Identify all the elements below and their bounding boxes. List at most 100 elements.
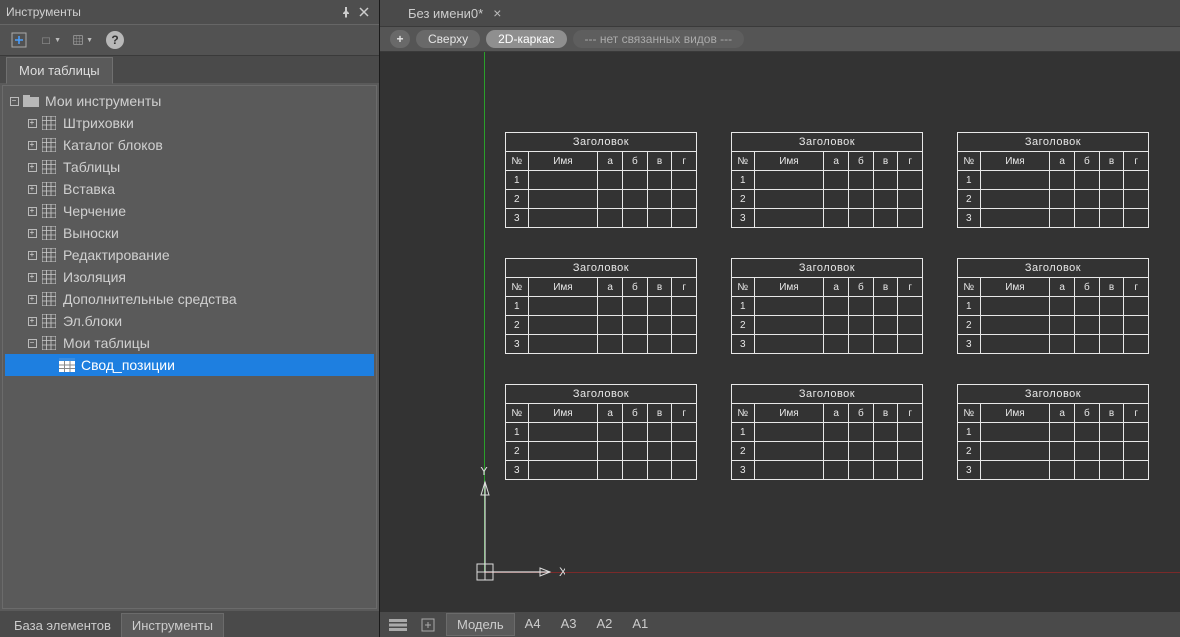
table-row: 1 [732,297,923,316]
grid-icon [41,313,57,329]
table-col-header: в [1099,152,1124,171]
tree-root[interactable]: − Мои инструменты [5,90,374,112]
expand-icon[interactable]: + [25,314,39,328]
expand-icon[interactable]: + [25,226,39,240]
expand-icon[interactable]: + [25,292,39,306]
tree-item[interactable]: +Редактирование [5,244,374,266]
tree-item[interactable]: + Таблицы [5,156,374,178]
expand-icon[interactable]: + [25,182,39,196]
layout-tab[interactable]: A3 [551,613,587,636]
table-title: Заголовок [732,385,923,404]
table-row: 3 [958,209,1149,228]
workspace: Без имени0* × + Сверху 2D-каркас --- нет… [380,0,1180,637]
table-icon [59,357,75,373]
pin-icon[interactable] [337,3,355,21]
panel-toolbar: ▼ ▼ ? [0,24,379,56]
table-col-header: № [506,404,529,423]
tree-item[interactable]: +Выноски [5,222,374,244]
table-title: Заголовок [958,133,1149,152]
table-row: 1 [506,171,697,190]
collapse-icon[interactable]: − [7,94,21,108]
grid-icon [41,181,57,197]
table-col-header: в [647,152,672,171]
add-palette-button[interactable] [8,29,30,51]
table-row: 1 [958,423,1149,442]
expand-icon[interactable]: + [25,204,39,218]
expand-icon[interactable]: + [25,270,39,284]
tree-item[interactable]: +Каталог блоков [5,134,374,156]
expand-icon[interactable]: + [25,116,39,130]
table-col-header: Имя [980,404,1050,423]
cad-table[interactable]: Заголовок№Имяабвг123 [957,258,1149,354]
table-col-header: Имя [528,278,598,297]
cad-table[interactable]: Заголовок№Имяабвг123 [505,384,697,480]
table-row: 1 [732,171,923,190]
grid-icon [41,225,57,241]
tree-view[interactable]: − Мои инструменты +Штриховки+Каталог бло… [2,85,377,609]
add-view-button[interactable]: + [390,30,410,48]
tree-label: Мои таблицы [63,335,150,351]
tree-item[interactable]: +Черчение [5,200,374,222]
table-title: Заголовок [732,133,923,152]
close-panel-icon[interactable] [355,3,373,21]
tree-item[interactable]: +Дополнительные средства [5,288,374,310]
table-row: 3 [506,335,697,354]
layout-list-icon[interactable] [386,616,410,634]
table-row: 2 [732,442,923,461]
help-button[interactable]: ? [104,29,126,51]
tree-item[interactable]: +Изоляция [5,266,374,288]
cad-table[interactable]: Заголовок№Имяабвг123 [731,384,923,480]
tree-label: Мои инструменты [45,93,161,109]
layout-tab[interactable]: A1 [622,613,658,636]
ucs-icon: X Y [455,467,565,587]
bottom-tab-database[interactable]: База элементов [4,614,121,637]
tree-item[interactable]: +Эл.блоки [5,310,374,332]
cad-table[interactable]: Заголовок№Имяабвг123 [505,132,697,228]
tree-item[interactable]: +Штриховки [5,112,374,134]
collapse-icon[interactable]: − [25,336,39,350]
drawing-canvas[interactable]: Заголовок№Имяабвг123 Заголовок№Имяабвг123… [380,52,1180,611]
bottom-tab-tools[interactable]: Инструменты [121,613,224,637]
table-row: 2 [732,316,923,335]
cad-table[interactable]: Заголовок№Имяабвг123 [957,132,1149,228]
table-col-header: Имя [754,278,824,297]
x-axis-line [484,572,1180,573]
table-title: Заголовок [506,259,697,278]
grid-icon [41,137,57,153]
close-icon[interactable]: × [493,5,501,21]
table-row: 1 [958,171,1149,190]
panel-top-tab[interactable]: Мои таблицы [6,57,113,84]
table-col-header: б [1075,278,1100,297]
expand-icon[interactable]: + [25,138,39,152]
view-top-pill[interactable]: Сверху [416,30,480,48]
tree-leaf-selected[interactable]: Свод_позиции [5,354,374,376]
toolbar-button-2[interactable]: ▼ [40,29,62,51]
toolbar-button-3[interactable]: ▼ [72,29,94,51]
tree-item[interactable]: − Мои таблицы [5,332,374,354]
tools-panel: Инструменты ▼ ▼ ? Мои таблицы − [0,0,380,637]
cad-table[interactable]: Заголовок№Имяабвг123 [731,132,923,228]
view-linked-pill[interactable]: --- нет связанных видов --- [573,30,745,48]
table-col-header: г [1124,152,1149,171]
table-col-header: в [873,404,898,423]
expand-icon[interactable]: + [25,248,39,262]
table-row: 3 [732,335,923,354]
expand-icon[interactable]: + [25,160,39,174]
view-wireframe-pill[interactable]: 2D-каркас [486,30,566,48]
cad-table[interactable]: Заголовок№Имяабвг123 [957,384,1149,480]
table-col-header: в [873,278,898,297]
layout-tab[interactable]: A4 [515,613,551,636]
cad-table[interactable]: Заголовок№Имяабвг123 [731,258,923,354]
table-col-header: б [849,278,874,297]
table-col-header: № [958,152,981,171]
tree-label: Таблицы [63,159,120,175]
tree-item[interactable]: +Вставка [5,178,374,200]
layout-tab[interactable]: A2 [586,613,622,636]
table-row: 2 [958,316,1149,335]
layout-add-icon[interactable] [416,616,440,634]
document-tab[interactable]: Без имени0* × [400,2,509,24]
cad-table[interactable]: Заголовок№Имяабвг123 [505,258,697,354]
table-col-header: Имя [528,152,598,171]
table-col-header: в [1099,278,1124,297]
layout-tab[interactable]: Модель [446,613,515,636]
